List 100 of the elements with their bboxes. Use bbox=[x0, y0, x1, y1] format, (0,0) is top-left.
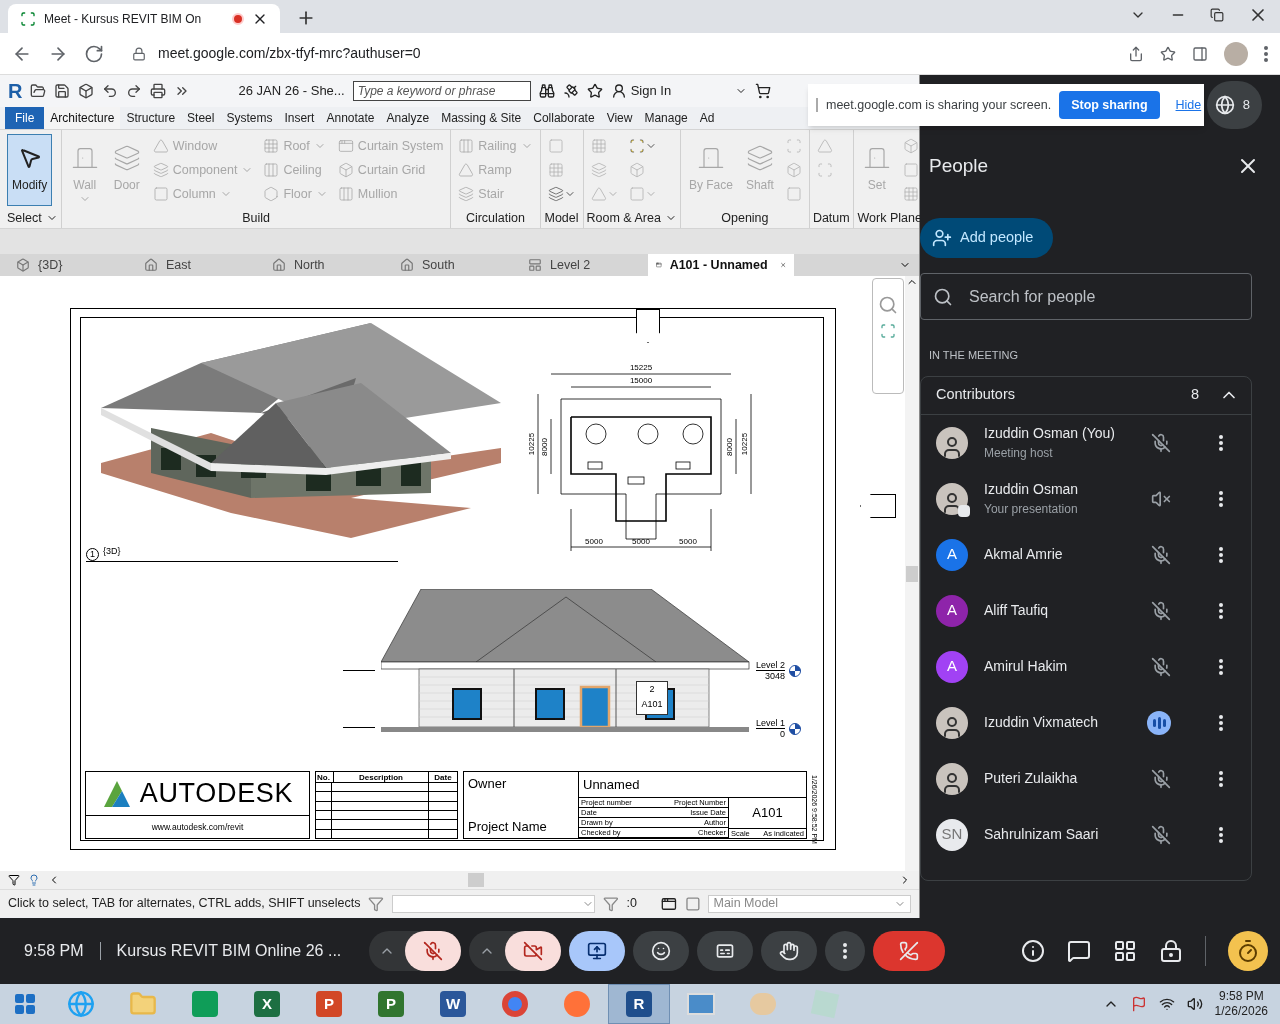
mic-off-icon[interactable] bbox=[1151, 768, 1171, 789]
document-tab[interactable]: North bbox=[264, 254, 392, 276]
ribbon-tab[interactable]: Steel bbox=[181, 107, 221, 129]
selection-filter-icon[interactable] bbox=[602, 895, 619, 912]
mic-off-icon[interactable] bbox=[1151, 656, 1171, 677]
stop-sharing-button[interactable]: Stop sharing bbox=[1059, 91, 1160, 119]
flag-icon[interactable] bbox=[1130, 996, 1147, 1012]
document-tab[interactable]: A101 - Unnamed bbox=[648, 254, 794, 276]
satellite-icon[interactable] bbox=[562, 83, 579, 99]
mic-off-icon[interactable] bbox=[1151, 432, 1171, 453]
panel-title[interactable]: Model bbox=[543, 208, 580, 228]
info-icon[interactable] bbox=[1021, 939, 1045, 963]
filter-icon[interactable] bbox=[368, 895, 385, 912]
present-button[interactable] bbox=[568, 931, 625, 971]
taskbar-app[interactable]: P bbox=[298, 984, 360, 1024]
mic-off-icon[interactable] bbox=[1151, 600, 1171, 621]
more-options-icon[interactable] bbox=[1219, 490, 1223, 507]
microphone-button[interactable] bbox=[404, 931, 461, 971]
ribbon-tab[interactable]: Annotate bbox=[320, 107, 381, 129]
ribbon-tab[interactable]: File bbox=[5, 107, 45, 129]
star-icon[interactable] bbox=[586, 83, 603, 99]
panel-title[interactable]: Build bbox=[64, 208, 448, 228]
share-icon[interactable] bbox=[1128, 45, 1144, 62]
ribbon-tab[interactable]: Manage bbox=[638, 107, 694, 129]
bookmark-icon[interactable] bbox=[1160, 45, 1176, 62]
reactions-button[interactable] bbox=[632, 931, 689, 971]
raise-hand-button[interactable] bbox=[760, 931, 817, 971]
volume-icon[interactable] bbox=[1186, 996, 1203, 1012]
browser-tab[interactable]: Meet - Kursus REVIT BIM On bbox=[8, 4, 280, 33]
ribbon-tab[interactable]: Systems bbox=[220, 107, 279, 129]
worksets-icon[interactable] bbox=[8, 874, 20, 886]
reload-icon[interactable] bbox=[84, 43, 104, 64]
ribbon-button[interactable]: Modify bbox=[7, 134, 53, 206]
ribbon-tab[interactable]: Insert bbox=[278, 107, 321, 129]
ribbon-tab[interactable]: Ad bbox=[693, 107, 721, 129]
side-panel-icon[interactable] bbox=[1192, 45, 1208, 62]
participants-button[interactable]: 8 bbox=[1207, 81, 1262, 129]
captions-button[interactable] bbox=[696, 931, 753, 971]
network-icon[interactable] bbox=[1158, 996, 1175, 1012]
vertical-scrollbar[interactable] bbox=[905, 276, 919, 871]
menu-icon[interactable] bbox=[1264, 45, 1268, 62]
search-field[interactable]: Search for people bbox=[920, 273, 1252, 320]
scrollbar-thumb[interactable] bbox=[468, 873, 484, 887]
bulb-icon[interactable] bbox=[28, 874, 40, 886]
more-options-icon[interactable] bbox=[1219, 658, 1223, 675]
sign-in-button[interactable]: Sign In bbox=[610, 81, 672, 101]
mic-off-icon[interactable] bbox=[1151, 544, 1171, 565]
speaker-off-icon[interactable] bbox=[1151, 488, 1171, 509]
clock[interactable]: 9:58 PM 1/26/2026 bbox=[1214, 989, 1268, 1019]
ribbon-tab[interactable]: Massing & Site bbox=[435, 107, 528, 129]
cart-icon[interactable] bbox=[755, 83, 772, 99]
camera-button[interactable] bbox=[504, 931, 561, 971]
toolbar-icon[interactable] bbox=[102, 83, 119, 99]
timer-button[interactable] bbox=[1228, 931, 1268, 971]
ribbon-tab[interactable]: View bbox=[600, 107, 639, 129]
lock-icon[interactable] bbox=[1159, 939, 1183, 963]
ribbon-tab[interactable]: Analyze bbox=[380, 107, 436, 129]
panel-title[interactable]: Circulation bbox=[454, 208, 537, 228]
more-options-icon[interactable] bbox=[1219, 546, 1223, 563]
taskbar-app[interactable]: W bbox=[422, 984, 484, 1024]
taskbar-app[interactable]: R bbox=[608, 984, 670, 1024]
panel-title[interactable]: Datum bbox=[812, 208, 850, 228]
more-options-icon[interactable] bbox=[1219, 770, 1223, 787]
model-dropdown[interactable]: Main Model bbox=[708, 894, 911, 913]
toolbar-icon[interactable] bbox=[78, 83, 95, 99]
panel-title[interactable]: Work Plane bbox=[856, 208, 923, 228]
ribbon-tab[interactable]: Structure bbox=[120, 107, 182, 129]
add-people-button[interactable]: Add people bbox=[920, 218, 1054, 258]
more-options-button[interactable] bbox=[824, 931, 865, 971]
taskbar-app[interactable]: P bbox=[360, 984, 422, 1024]
toolbar-icon[interactable] bbox=[54, 83, 71, 99]
document-tab[interactable]: East bbox=[136, 254, 264, 276]
properties-icon[interactable] bbox=[660, 895, 677, 912]
scrollbar-thumb[interactable] bbox=[906, 566, 918, 582]
search-field[interactable]: Type a keyword or phrase bbox=[352, 81, 531, 101]
document-tab[interactable]: Level 2 bbox=[520, 254, 648, 276]
more-options-icon[interactable] bbox=[1219, 826, 1223, 843]
panel-title[interactable]: Room & Area bbox=[586, 208, 677, 228]
more-options-icon[interactable] bbox=[1219, 714, 1223, 731]
toolbar-icon[interactable] bbox=[30, 83, 47, 99]
ribbon-tab[interactable]: Architecture bbox=[44, 107, 121, 129]
restore-icon[interactable] bbox=[1210, 8, 1224, 22]
binoculars-icon[interactable] bbox=[538, 83, 555, 99]
more-options-icon[interactable] bbox=[1219, 434, 1223, 451]
panel-title[interactable]: Select bbox=[7, 208, 58, 228]
leave-call-button[interactable] bbox=[872, 931, 945, 971]
more-icon[interactable] bbox=[842, 943, 847, 959]
more-options-icon[interactable] bbox=[1219, 602, 1223, 619]
panel-title[interactable]: Opening bbox=[683, 208, 806, 228]
revit-logo[interactable]: R bbox=[8, 81, 23, 101]
apps-icon[interactable] bbox=[1113, 939, 1137, 963]
chat-icon[interactable] bbox=[1067, 939, 1091, 963]
editable-icon[interactable] bbox=[684, 895, 701, 912]
toolbar-icon[interactable] bbox=[126, 83, 143, 99]
taskbar-app[interactable]: X bbox=[236, 984, 298, 1024]
hide-link[interactable]: Hide bbox=[1175, 95, 1202, 115]
document-tab[interactable]: {3D} bbox=[8, 254, 136, 276]
ribbon-tab[interactable]: Collaborate bbox=[527, 107, 601, 129]
mic-off-icon[interactable] bbox=[1151, 824, 1171, 845]
document-tab[interactable]: South bbox=[392, 254, 520, 276]
